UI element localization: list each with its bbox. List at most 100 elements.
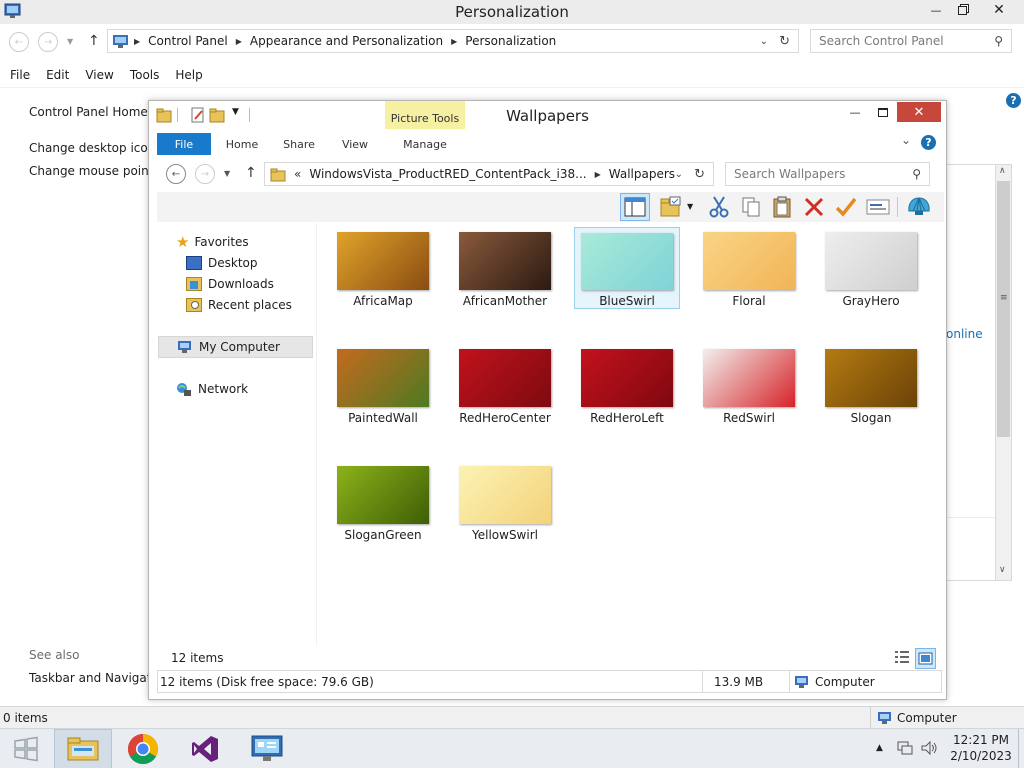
up-arrow-icon[interactable]: ↑ (245, 165, 257, 181)
chevron-down-icon[interactable]: ▼ (687, 202, 693, 211)
menu-tools[interactable]: Tools (130, 68, 160, 82)
forward-button[interactable]: → (195, 164, 215, 184)
tab-home[interactable]: Home (219, 133, 265, 155)
delete-button[interactable] (802, 195, 826, 219)
cut-button[interactable] (707, 195, 731, 219)
taskbar-file-explorer[interactable] (54, 729, 112, 768)
taskbar-control-panel[interactable] (238, 729, 296, 768)
breadcrumb-control-panel[interactable]: Control Panel (148, 34, 228, 48)
breadcrumb-appearance[interactable]: Appearance and Personalization (250, 34, 443, 48)
menu-view[interactable]: View (85, 68, 113, 82)
status-items: 0 items (3, 711, 48, 725)
wallpapers-address-bar[interactable]: « WindowsVista_ProductRED_ContentPack_i3… (264, 162, 714, 186)
minimize-button[interactable]: — (921, 0, 951, 20)
search-icon: ⚲ (912, 167, 921, 181)
menu-help[interactable]: Help (175, 68, 202, 82)
file-thumbnail (459, 466, 551, 524)
volume-icon[interactable] (920, 740, 938, 756)
menu-edit[interactable]: Edit (46, 68, 69, 82)
nav-downloads[interactable]: Downloads (186, 274, 274, 294)
recent-locations-icon[interactable]: ▼ (67, 37, 73, 46)
refresh-icon[interactable]: ↻ (694, 167, 705, 182)
file-item[interactable]: RedSwirl (696, 344, 802, 426)
nav-favorites[interactable]: ★ Favorites (176, 232, 249, 252)
file-item[interactable]: GrayHero (818, 227, 924, 309)
nav-desktop[interactable]: Desktop (186, 253, 258, 273)
file-item[interactable]: AfricaMap (330, 227, 436, 309)
paste-button[interactable] (770, 195, 794, 219)
file-item[interactable]: RedHeroCenter (452, 344, 558, 426)
close-button[interactable]: ✕ (897, 102, 941, 122)
back-button[interactable]: ← (9, 32, 29, 52)
get-more-themes-online-link[interactable]: online (946, 327, 983, 341)
start-button[interactable] (0, 729, 52, 768)
refresh-icon[interactable]: ↻ (779, 34, 790, 49)
expand-ribbon-icon[interactable]: ⌄ (901, 133, 911, 147)
properties-icon[interactable] (190, 107, 206, 124)
file-item[interactable]: SloganGreen (330, 461, 436, 543)
file-item[interactable]: Slogan (818, 344, 924, 426)
preview-pane-button[interactable] (620, 193, 650, 221)
tab-view[interactable]: View (333, 133, 377, 155)
search-wallpapers[interactable]: Search Wallpapers ⚲ (725, 162, 930, 186)
tab-file[interactable]: File (157, 133, 211, 155)
rename-button[interactable] (866, 195, 890, 219)
file-item[interactable]: BlueSwirl (574, 227, 680, 309)
chevron-down-icon[interactable]: ⌄ (675, 169, 683, 180)
restore-button[interactable] (948, 0, 976, 20)
control-panel-icon (251, 735, 283, 761)
large-icons-view-button[interactable] (915, 648, 936, 669)
breadcrumb-separator-icon: ▶ (134, 36, 141, 46)
network-icon[interactable] (896, 740, 914, 756)
copy-button[interactable] (739, 195, 763, 219)
select-folder-button[interactable] (659, 195, 683, 219)
breadcrumb-content-pack[interactable]: WindowsVista_ProductRED_ContentPack_i38.… (309, 167, 586, 181)
address-bar[interactable]: ▶ Control Panel ▶ Appearance and Persona… (107, 29, 799, 53)
menu-file[interactable]: File (10, 68, 30, 82)
scroll-up-icon[interactable]: ∧ (999, 166, 1006, 176)
scrollbar-thumb[interactable] (997, 181, 1010, 437)
shell-button[interactable] (907, 195, 931, 219)
taskbar-chrome[interactable] (114, 729, 172, 768)
details-view-button[interactable] (894, 649, 912, 667)
nav-network[interactable]: Network (176, 379, 248, 399)
address-prefix[interactable]: « (294, 167, 301, 181)
divider (249, 108, 250, 122)
show-hidden-icons[interactable]: ▲ (876, 743, 883, 753)
customize-quick-access-icon[interactable]: ▼ (232, 107, 239, 117)
restore-icon (957, 5, 967, 15)
apply-button[interactable] (834, 195, 858, 219)
forward-button[interactable]: → (38, 32, 58, 52)
control-panel-home-link[interactable]: Control Panel Home (29, 105, 148, 119)
back-button[interactable]: ← (166, 164, 186, 184)
recent-locations-icon[interactable]: ▼ (224, 169, 230, 178)
file-item[interactable]: AfricanMother (452, 227, 558, 309)
breadcrumb-wallpapers[interactable]: Wallpapers (609, 167, 675, 181)
up-arrow-icon[interactable]: ↑ (88, 33, 100, 49)
search-control-panel[interactable]: Search Control Panel ⚲ (810, 29, 1012, 53)
tab-manage[interactable]: Manage (389, 133, 461, 155)
nav-my-computer[interactable]: My Computer (158, 336, 313, 358)
file-item[interactable]: PaintedWall (330, 344, 436, 426)
file-item[interactable]: RedHeroLeft (574, 344, 680, 426)
file-item[interactable]: YellowSwirl (452, 461, 558, 543)
breadcrumb-separator-icon: ▶ (235, 36, 242, 46)
maximize-button[interactable] (870, 102, 896, 122)
nav-recent-places[interactable]: Recent places (186, 295, 292, 315)
show-desktop-button[interactable] (1018, 729, 1024, 768)
chevron-down-icon[interactable]: ⌄ (760, 36, 768, 47)
scroll-down-icon[interactable]: ∨ (999, 565, 1006, 575)
change-desktop-icons-link[interactable]: Change desktop icons (29, 141, 162, 155)
close-button[interactable]: ✕ (976, 0, 1022, 20)
file-item[interactable]: Floral (696, 227, 802, 309)
new-folder-icon[interactable] (209, 107, 225, 123)
help-icon[interactable]: ? (921, 135, 936, 150)
vertical-scrollbar[interactable]: ∧ ≡ ∨ (995, 164, 1012, 581)
breadcrumb-personalization[interactable]: Personalization (465, 34, 556, 48)
tab-share[interactable]: Share (275, 133, 323, 155)
clock[interactable]: 12:21 PM 2/10/2023 (948, 732, 1014, 764)
taskbar-visual-studio[interactable] (176, 729, 234, 768)
details-bar: 12 items (157, 647, 944, 669)
minimize-button[interactable]: — (841, 102, 869, 122)
help-icon[interactable]: ? (1006, 93, 1021, 108)
